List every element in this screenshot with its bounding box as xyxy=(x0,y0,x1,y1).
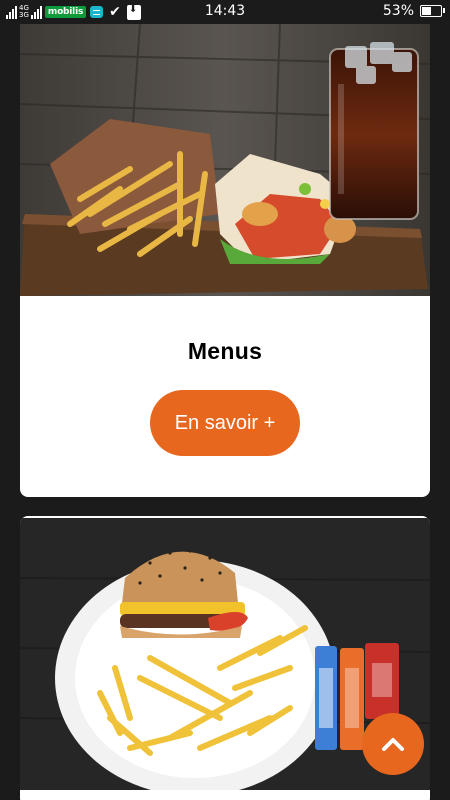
learn-more-button[interactable]: En savoir + xyxy=(150,390,300,456)
status-bar: 4G 3G mobilis ✔ 14:43 53% xyxy=(0,0,450,24)
battery-icon xyxy=(420,5,445,17)
battery-level-fill xyxy=(422,7,431,15)
chevron-up-icon xyxy=(382,738,404,751)
scroll-to-top-button[interactable] xyxy=(362,713,424,775)
food-photo-illustration xyxy=(20,24,430,296)
status-right: 53% xyxy=(382,3,445,19)
fries-wrap-cola-photo xyxy=(20,24,430,296)
app-screen: 4G 3G mobilis ✔ 14:43 53% xyxy=(0,0,450,800)
battery-percent: 53% xyxy=(382,3,414,19)
card-title: Menus xyxy=(187,338,263,364)
menu-card[interactable]: Menus En savoir + xyxy=(20,24,430,497)
